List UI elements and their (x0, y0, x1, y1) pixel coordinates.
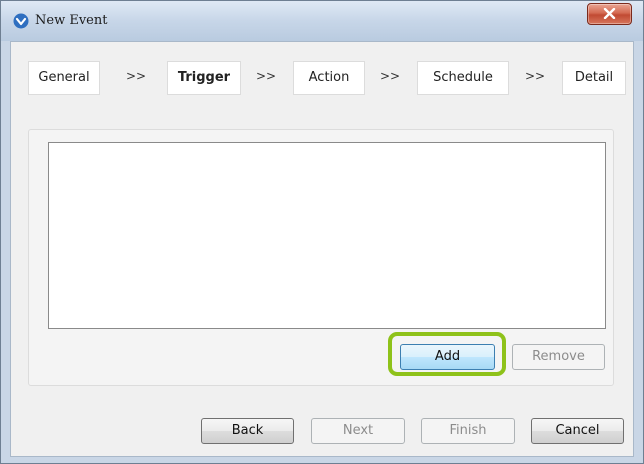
close-icon (603, 8, 616, 19)
step-general[interactable]: General (28, 61, 100, 95)
add-button[interactable]: Add (400, 344, 495, 370)
step-separator: >> (256, 69, 277, 83)
step-detail[interactable]: Detail (562, 61, 626, 95)
app-logo-icon (13, 13, 29, 29)
next-button[interactable]: Next (311, 418, 405, 444)
finish-button[interactable]: Finish (421, 418, 515, 444)
step-separator: >> (126, 69, 147, 83)
title-bar: New Event (1, 1, 643, 41)
back-button[interactable]: Back (201, 418, 294, 444)
step-separator: >> (525, 69, 546, 83)
cancel-button[interactable]: Cancel (531, 418, 624, 444)
dialog-body: General >> Trigger >> Action >> Schedule… (10, 41, 634, 457)
step-action[interactable]: Action (293, 61, 365, 95)
close-button[interactable] (587, 3, 632, 25)
remove-button[interactable]: Remove (512, 344, 605, 370)
step-schedule[interactable]: Schedule (417, 61, 509, 95)
new-event-dialog: New Event General >> Trigger >> Action >… (0, 0, 644, 464)
step-separator: >> (380, 69, 401, 83)
window-title: New Event (35, 13, 108, 28)
trigger-list[interactable] (48, 142, 606, 329)
step-trigger[interactable]: Trigger (167, 61, 241, 95)
